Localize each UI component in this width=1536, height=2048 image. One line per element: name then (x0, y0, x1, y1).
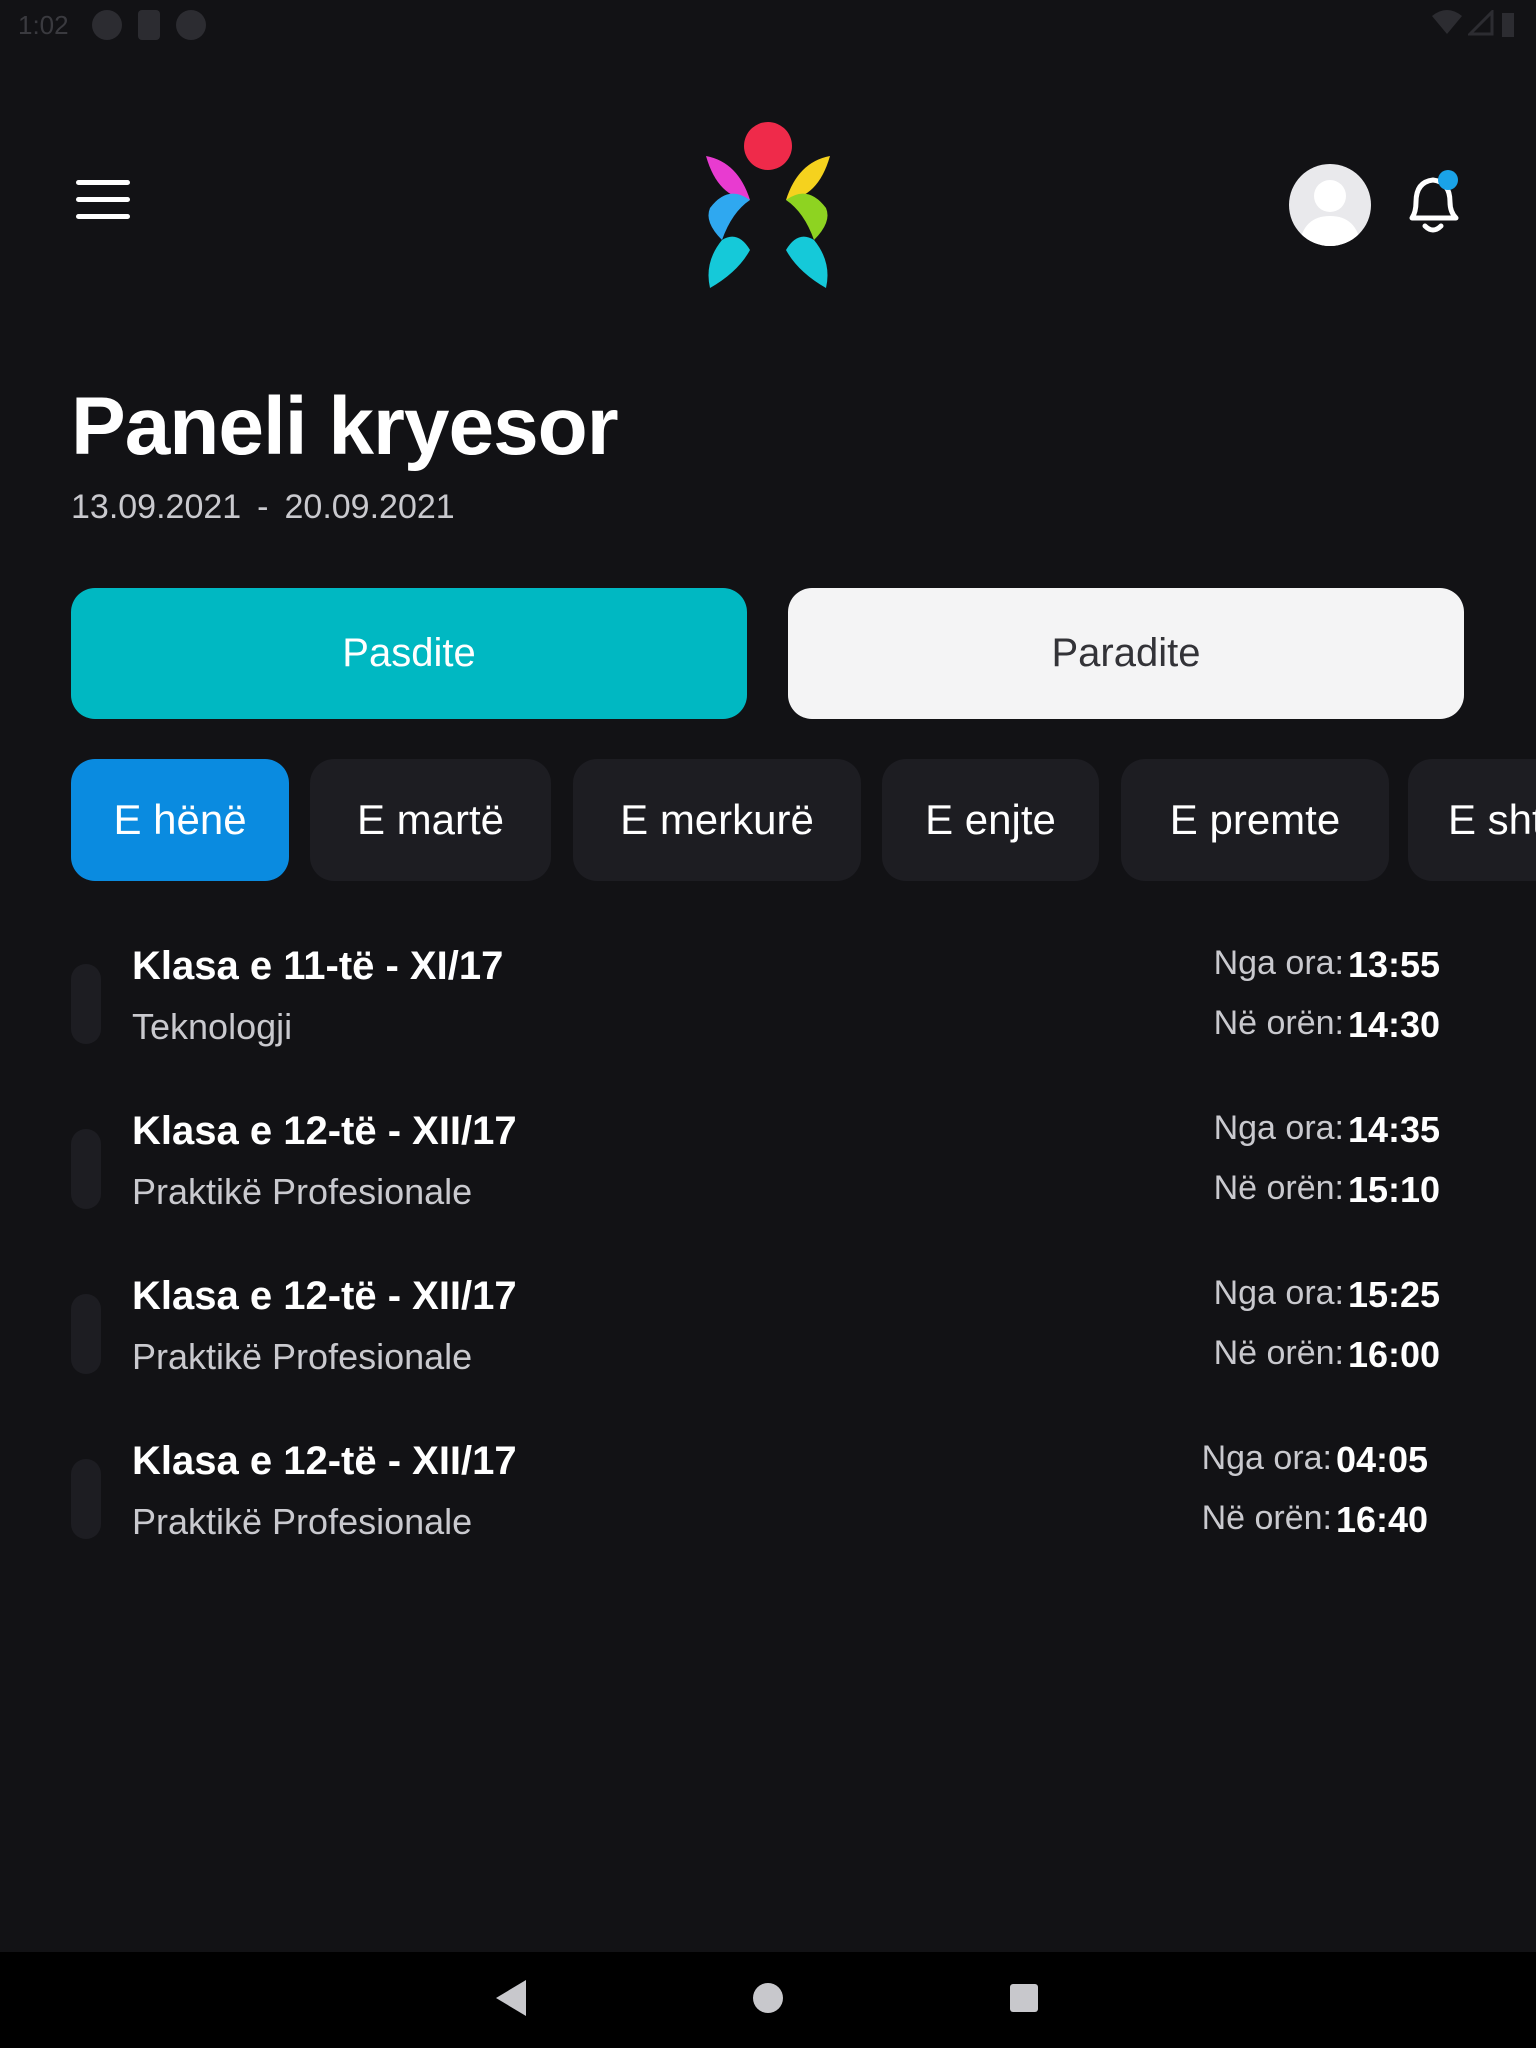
schedule-item[interactable]: Klasa e 11-të - XI/17 Teknologji Nga ora… (71, 940, 1464, 1105)
class-name: Klasa e 11-të - XI/17 (132, 944, 504, 988)
schedule-item[interactable]: Klasa e 12-të - XII/17 Praktikë Profesio… (71, 1435, 1464, 1600)
to-time: 16:00 (1348, 1334, 1441, 1375)
system-nav-bar (0, 1952, 1536, 2048)
from-time: 13:55 (1348, 944, 1441, 985)
battery-icon (1502, 13, 1514, 37)
shift-button-pasdite[interactable]: Pasdite (71, 588, 747, 719)
app-logo (706, 122, 830, 288)
status-notification-icons (92, 10, 206, 40)
page-title: Paneli kryesor (71, 381, 619, 472)
date-from: 13.09.2021 (71, 488, 242, 526)
notification-dot (1438, 170, 1458, 190)
row-marker (71, 1294, 101, 1374)
title-block: Paneli kryesor 13.09.2021-20.09.2021 (71, 380, 619, 527)
to-time: 16:40 (1336, 1499, 1429, 1540)
date-separator: - (257, 488, 269, 526)
from-label: Nga ora: (1213, 1109, 1344, 1147)
time-range: Nga ora: 13:55 Në orën: 14:30 (1124, 944, 1464, 1064)
home-circle-icon[interactable] (752, 1978, 784, 2018)
class-name: Klasa e 12-të - XII/17 (132, 1109, 517, 1153)
schedule-list: Klasa e 11-të - XI/17 Teknologji Nga ora… (71, 940, 1464, 1600)
subject-name: Praktikë Profesionale (132, 1171, 473, 1212)
wifi-icon (1432, 10, 1462, 34)
to-label: Në orën: (1201, 1499, 1332, 1537)
app-header (0, 100, 1536, 320)
tab-thursday[interactable]: E enjte (882, 759, 1099, 881)
class-name: Klasa e 12-të - XII/17 (132, 1274, 517, 1318)
subject-name: Praktikë Profesionale (132, 1336, 473, 1377)
time-range: Nga ora: 04:05 Në orën: 16:40 (1124, 1439, 1464, 1559)
status-time: 1:02 (18, 10, 69, 40)
to-label: Në orën: (1213, 1169, 1344, 1207)
tab-saturday[interactable]: E sht (1408, 759, 1536, 881)
to-label: Në orën: (1213, 1004, 1344, 1042)
date-range: 13.09.2021-20.09.2021 (71, 488, 618, 527)
back-triangle-icon[interactable] (494, 1978, 528, 2018)
time-range: Nga ora: 15:25 Në orën: 16:00 (1124, 1274, 1464, 1394)
day-tabs: E hënë E martë E merkurë E enjte E premt… (71, 759, 1536, 881)
hamburger-menu-icon[interactable] (70, 180, 134, 230)
recents-square-icon[interactable] (1008, 1978, 1040, 2018)
from-label: Nga ora: (1213, 944, 1344, 982)
tab-friday[interactable]: E premte (1121, 759, 1389, 881)
from-label: Nga ora: (1213, 1274, 1344, 1312)
shift-toggle: Pasdite Paradite (71, 588, 1464, 719)
subject-name: Praktikë Profesionale (132, 1501, 473, 1542)
status-sd-icon (138, 10, 160, 40)
status-app-icon (92, 10, 122, 40)
to-time: 14:30 (1348, 1004, 1441, 1045)
user-avatar-icon[interactable] (1289, 164, 1371, 246)
status-system-icons (1432, 10, 1516, 38)
to-label: Në orën: (1213, 1334, 1344, 1372)
date-to: 20.09.2021 (284, 488, 455, 526)
subject-name: Teknologji (132, 1006, 293, 1047)
row-marker (71, 964, 101, 1044)
avatar-silhouette-icon (1299, 180, 1361, 246)
signal-icon (1468, 10, 1494, 36)
row-marker (71, 1129, 101, 1209)
bell-icon[interactable] (1400, 168, 1466, 240)
shift-button-paradite[interactable]: Paradite (788, 588, 1464, 719)
from-time: 04:05 (1336, 1439, 1429, 1480)
from-time: 15:25 (1348, 1274, 1441, 1315)
from-time: 14:35 (1348, 1109, 1441, 1150)
tab-tuesday[interactable]: E martë (310, 759, 551, 881)
to-time: 15:10 (1348, 1169, 1441, 1210)
time-range: Nga ora: 14:35 Në orën: 15:10 (1124, 1109, 1464, 1229)
from-label: Nga ora: (1201, 1439, 1332, 1477)
row-marker (71, 1459, 101, 1539)
class-name: Klasa e 12-të - XII/17 (132, 1439, 517, 1483)
status-sync-icon (176, 10, 206, 40)
tab-wednesday[interactable]: E merkurë (573, 759, 861, 881)
schedule-item[interactable]: Klasa e 12-të - XII/17 Praktikë Profesio… (71, 1105, 1464, 1270)
tab-monday[interactable]: E hënë (71, 759, 289, 881)
status-bar: 1:02 (0, 0, 1536, 48)
schedule-item[interactable]: Klasa e 12-të - XII/17 Praktikë Profesio… (71, 1270, 1464, 1435)
